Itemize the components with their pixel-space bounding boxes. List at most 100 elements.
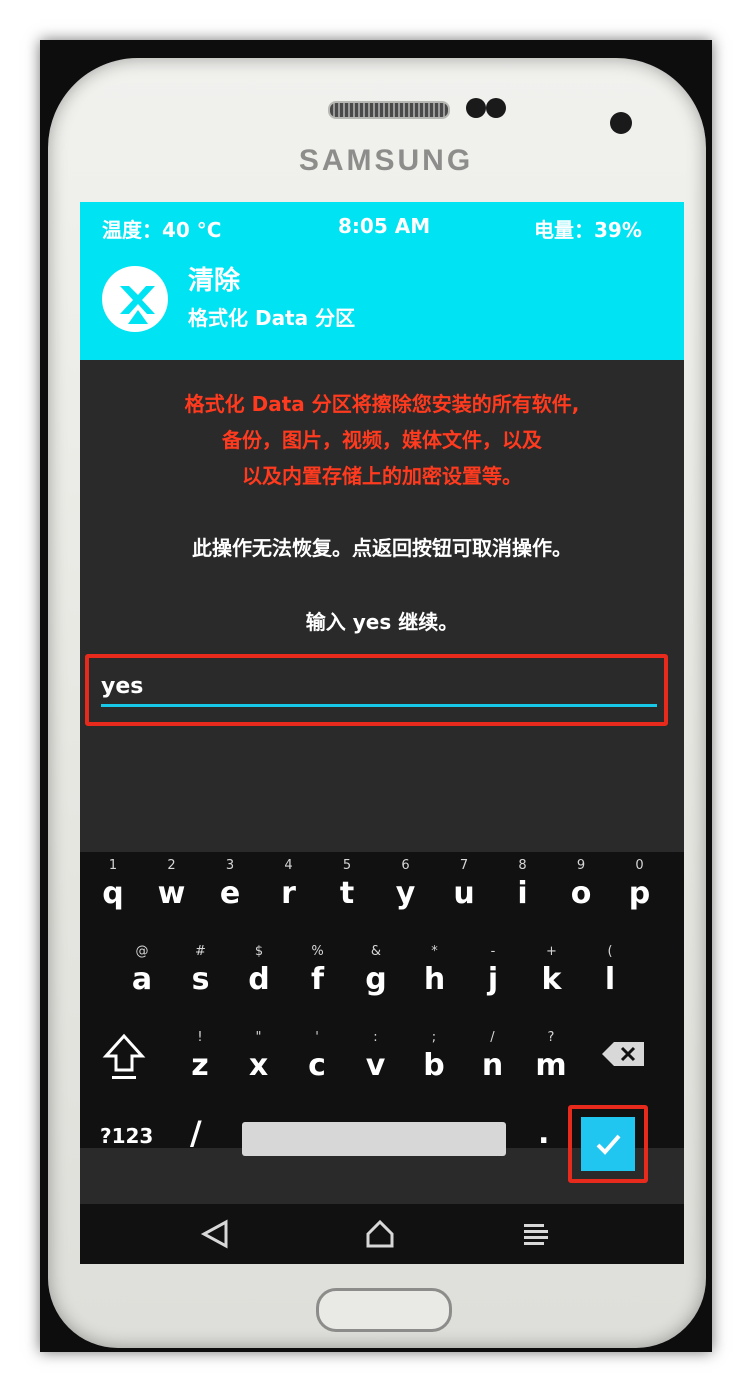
menu-button[interactable] <box>516 1218 556 1250</box>
key-r[interactable]: 4r <box>260 852 318 924</box>
key-hint: 1 <box>108 858 118 873</box>
key-l[interactable]: (l <box>581 938 639 1010</box>
key-f[interactable]: % f <box>289 938 347 1010</box>
period-key[interactable]: . <box>538 1116 549 1151</box>
key-label: j <box>487 962 499 997</box>
key-n[interactable]: / n <box>464 1024 522 1096</box>
phone-body: SAMSUNG 温度：40 °C 8:05 AM 电量：39% 清除 格式化 D… <box>48 58 706 1348</box>
key-hint: / <box>490 1030 495 1045</box>
key-label: d <box>248 962 270 997</box>
key-hint: & <box>370 944 382 959</box>
key-x[interactable]: " x <box>230 1024 288 1096</box>
key-hint: : <box>373 1030 378 1045</box>
key-g[interactable]: & g <box>347 938 405 1010</box>
space-key[interactable] <box>242 1122 506 1156</box>
key-hint: 2 <box>167 858 176 873</box>
slash-key[interactable]: / <box>190 1114 202 1152</box>
key-hint: - <box>490 944 496 959</box>
warning-line-3: 以及内置存储上的加密设置等。 <box>242 464 522 488</box>
delete-key[interactable] <box>600 1036 650 1076</box>
key-label: v <box>365 1048 386 1083</box>
back-button[interactable] <box>196 1218 236 1250</box>
symbols-key[interactable]: ?123 <box>100 1124 153 1148</box>
twrp-logo-icon <box>102 266 168 332</box>
back-triangle-icon <box>200 1219 228 1249</box>
key-q[interactable]: 1q <box>84 852 142 924</box>
key-label: m <box>535 1048 567 1083</box>
header: 清除 格式化 Data 分区 <box>80 250 684 360</box>
key-label: x <box>248 1048 269 1083</box>
home-icon <box>366 1219 394 1248</box>
key-e[interactable]: 3e <box>201 852 259 924</box>
key-hint: @ <box>135 944 149 959</box>
key-t[interactable]: 5t <box>318 852 376 924</box>
key-w[interactable]: 2w <box>143 852 201 924</box>
light-sensor <box>486 98 506 118</box>
key-label: i <box>517 876 528 911</box>
key-label: b <box>423 1048 445 1083</box>
key-y[interactable]: 6y <box>377 852 435 924</box>
warning-line-1: 格式化 Data 分区将擦除您安装的所有软件, <box>184 392 580 416</box>
done-key[interactable] <box>568 1105 648 1183</box>
key-label: y <box>395 876 416 911</box>
key-c[interactable]: ' c <box>288 1024 346 1096</box>
key-hint: * <box>431 944 438 959</box>
physical-home-button[interactable] <box>316 1288 452 1332</box>
key-p[interactable]: 0p <box>611 852 669 924</box>
front-camera <box>610 112 632 134</box>
photo-frame: SAMSUNG 温度：40 °C 8:05 AM 电量：39% 清除 格式化 D… <box>40 40 712 1352</box>
key-label: c <box>308 1048 326 1083</box>
key-o[interactable]: 9o <box>552 852 610 924</box>
key-hint: $ <box>254 944 264 959</box>
key-k[interactable]: + k <box>523 938 581 1010</box>
key-hint: ; <box>431 1030 437 1045</box>
key-hint: ' <box>315 1030 319 1045</box>
shift-icon <box>102 1033 146 1079</box>
key-h[interactable]: * h <box>406 938 464 1010</box>
key-label: r <box>281 876 296 911</box>
key-label: s <box>191 962 210 997</box>
warning-line-2: 备份，图片，视频，媒体文件，以及 <box>222 428 542 452</box>
key-s[interactable]: # s <box>172 938 230 1010</box>
done-key-face <box>581 1117 635 1171</box>
key-label: o <box>570 876 592 911</box>
shift-key[interactable] <box>102 1030 152 1090</box>
key-hint: 6 <box>401 858 410 873</box>
menu-icon <box>524 1224 548 1245</box>
key-label: l <box>604 962 616 997</box>
key-hint: ? <box>547 1030 555 1045</box>
key-z[interactable]: ! z <box>171 1024 229 1096</box>
key-label: u <box>453 876 475 911</box>
key-d[interactable]: $ d <box>230 938 288 1010</box>
key-m[interactable]: ? m <box>522 1024 580 1096</box>
key-label: g <box>365 962 387 997</box>
key-hint: ( <box>607 944 613 959</box>
key-i[interactable]: 8i <box>494 852 552 924</box>
key-v[interactable]: :v <box>347 1024 405 1096</box>
key-label: f <box>310 962 325 997</box>
irreversible-notice: 此操作无法恢复。点返回按钮可取消操作。 <box>192 536 572 560</box>
key-label: p <box>628 876 651 911</box>
key-a[interactable]: @ a <box>113 938 171 1010</box>
confirm-input-value[interactable]: yes <box>101 674 143 699</box>
key-label: w <box>157 876 186 911</box>
key-label: t <box>339 876 355 911</box>
key-hint: 4 <box>284 858 293 873</box>
screen: 温度：40 °C 8:05 AM 电量：39% 清除 格式化 Data 分区 格… <box>80 202 684 1264</box>
key-hint: 9 <box>576 858 586 873</box>
key-b[interactable]: ; b <box>405 1024 463 1096</box>
key-hint: " <box>255 1030 262 1045</box>
key-j[interactable]: -j <box>464 938 522 1010</box>
key-label: q <box>102 876 124 911</box>
input-underline <box>101 704 657 707</box>
key-u[interactable]: 7u <box>435 852 493 924</box>
clock: 8:05 AM <box>338 214 431 238</box>
key-hint: % <box>311 944 324 959</box>
key-hint: + <box>546 944 557 959</box>
navigation-bar <box>80 1204 684 1264</box>
confirm-input[interactable]: yes <box>85 654 668 726</box>
backspace-icon <box>602 1042 644 1066</box>
key-hint: 5 <box>342 858 352 873</box>
battery-status: 电量：39% <box>534 218 642 242</box>
home-nav-button[interactable] <box>360 1218 400 1250</box>
